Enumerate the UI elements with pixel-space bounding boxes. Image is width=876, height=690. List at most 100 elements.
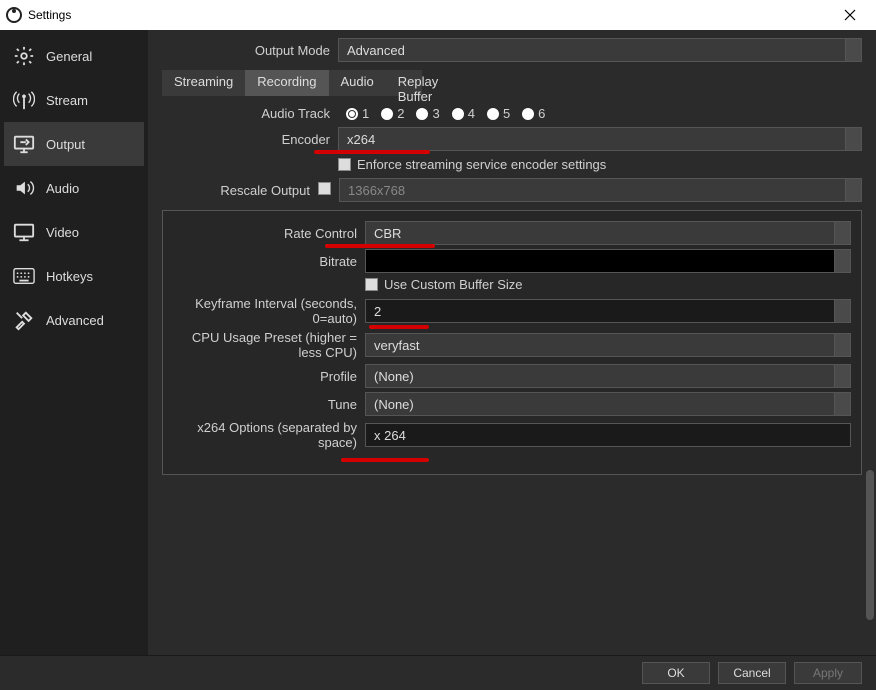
spinner-icon <box>834 334 850 356</box>
chevron-down-icon <box>845 179 861 201</box>
audio-track-6[interactable]: 6 <box>522 106 545 121</box>
sidebar-item-advanced[interactable]: Advanced <box>4 298 144 342</box>
radio-icon <box>487 108 499 120</box>
bitrate-label: Bitrate <box>173 254 365 269</box>
sidebar-item-label: Output <box>46 137 85 152</box>
keyframe-label: Keyframe Interval (seconds, 0=auto) <box>173 296 365 326</box>
custom-buffer-checkbox[interactable]: Use Custom Buffer Size <box>365 277 522 292</box>
sidebar-item-video[interactable]: Video <box>4 210 144 254</box>
tab-streaming[interactable]: Streaming <box>162 70 245 96</box>
titlebar: Settings <box>0 0 876 30</box>
encoder-settings-panel: Rate Control CBR Bitrate Use Custom <box>162 210 862 475</box>
x264-opts-value: x 264 <box>374 428 406 443</box>
rate-control-value: CBR <box>374 226 401 241</box>
spinner-icon <box>834 250 850 272</box>
audio-track-group: 1 2 3 4 5 6 <box>346 106 545 121</box>
cpu-preset-label: CPU Usage Preset (higher = less CPU) <box>173 330 365 360</box>
rate-control-label: Rate Control <box>173 226 365 241</box>
output-mode-value: Advanced <box>347 43 405 58</box>
annotation-underline <box>314 150 430 154</box>
rescale-label: Rescale Output <box>162 183 318 198</box>
sidebar-item-general[interactable]: General <box>4 34 144 78</box>
sidebar-item-label: General <box>46 49 92 64</box>
spinner-icon <box>845 39 861 61</box>
radio-icon <box>346 108 358 120</box>
spinner-icon <box>834 222 850 244</box>
speaker-icon <box>12 176 36 200</box>
annotation-underline <box>325 244 435 248</box>
ok-button[interactable]: OK <box>642 662 710 684</box>
encoder-value: x264 <box>347 132 375 147</box>
cpu-preset-select[interactable]: veryfast <box>365 333 851 357</box>
checkbox-icon <box>318 182 331 195</box>
sidebar-item-hotkeys[interactable]: Hotkeys <box>4 254 144 298</box>
radio-icon <box>522 108 534 120</box>
checkbox-icon <box>365 278 378 291</box>
scrollbar-thumb[interactable] <box>866 470 874 620</box>
output-tabs: Streaming Recording Audio Replay Buffer <box>162 70 422 96</box>
audio-track-5[interactable]: 5 <box>487 106 510 121</box>
rescale-select[interactable]: 1366x768 <box>339 178 862 202</box>
profile-select[interactable]: (None) <box>365 364 851 388</box>
window-title: Settings <box>28 8 71 22</box>
rate-control-select[interactable]: CBR <box>365 221 851 245</box>
radio-icon <box>381 108 393 120</box>
keyboard-icon <box>12 264 36 288</box>
x264-opts-input[interactable]: x 264 <box>365 423 851 447</box>
keyframe-value: 2 <box>374 304 381 319</box>
tune-select[interactable]: (None) <box>365 392 851 416</box>
sidebar-item-label: Advanced <box>46 313 104 328</box>
settings-sidebar: General Stream Output Audio Video <box>0 30 148 655</box>
tab-recording[interactable]: Recording <box>245 70 328 96</box>
keyframe-input[interactable]: 2 <box>365 299 851 323</box>
tab-replay-buffer[interactable]: Replay Buffer <box>386 70 450 96</box>
radio-icon <box>416 108 428 120</box>
rescale-checkbox[interactable] <box>318 182 331 198</box>
apply-button[interactable]: Apply <box>794 662 862 684</box>
profile-value: (None) <box>374 369 414 384</box>
audio-track-3[interactable]: 3 <box>416 106 439 121</box>
annotation-underline <box>341 458 429 462</box>
cpu-preset-value: veryfast <box>374 338 420 353</box>
sidebar-item-stream[interactable]: Stream <box>4 78 144 122</box>
tab-audio[interactable]: Audio <box>329 70 386 96</box>
sidebar-item-label: Audio <box>46 181 79 196</box>
enforce-label: Enforce streaming service encoder settin… <box>357 157 606 172</box>
audio-track-4[interactable]: 4 <box>452 106 475 121</box>
custom-buffer-label: Use Custom Buffer Size <box>384 277 522 292</box>
settings-main: Output Mode Advanced Streaming Recording… <box>148 30 876 655</box>
output-mode-select[interactable]: Advanced <box>338 38 862 62</box>
sidebar-item-output[interactable]: Output <box>4 122 144 166</box>
profile-label: Profile <box>173 369 365 384</box>
monitor-icon <box>12 220 36 244</box>
radio-icon <box>452 108 464 120</box>
rescale-value: 1366x768 <box>348 183 405 198</box>
close-button[interactable] <box>830 0 870 30</box>
dialog-footer: OK Cancel Apply <box>0 655 876 690</box>
gear-icon <box>12 44 36 68</box>
antenna-icon <box>12 88 36 112</box>
annotation-underline <box>369 325 429 329</box>
tools-icon <box>12 308 36 332</box>
sidebar-item-audio[interactable]: Audio <box>4 166 144 210</box>
spinner-icon <box>845 128 861 150</box>
checkbox-icon <box>338 158 351 171</box>
cancel-button[interactable]: Cancel <box>718 662 786 684</box>
app-logo-icon <box>6 7 22 23</box>
spinner-icon <box>834 365 850 387</box>
bitrate-input[interactable] <box>365 249 851 273</box>
tune-label: Tune <box>173 397 365 412</box>
tune-value: (None) <box>374 397 414 412</box>
audio-track-2[interactable]: 2 <box>381 106 404 121</box>
sidebar-item-label: Stream <box>46 93 88 108</box>
output-mode-label: Output Mode <box>162 43 338 58</box>
sidebar-item-label: Video <box>46 225 79 240</box>
encoder-select[interactable]: x264 <box>338 127 862 151</box>
audio-track-label: Audio Track <box>162 106 338 121</box>
audio-track-1[interactable]: 1 <box>346 106 369 121</box>
spinner-icon <box>834 393 850 415</box>
vertical-scrollbar[interactable] <box>864 30 874 655</box>
enforce-checkbox[interactable]: Enforce streaming service encoder settin… <box>338 157 606 172</box>
encoder-label: Encoder <box>162 132 338 147</box>
monitor-arrow-icon <box>12 132 36 156</box>
